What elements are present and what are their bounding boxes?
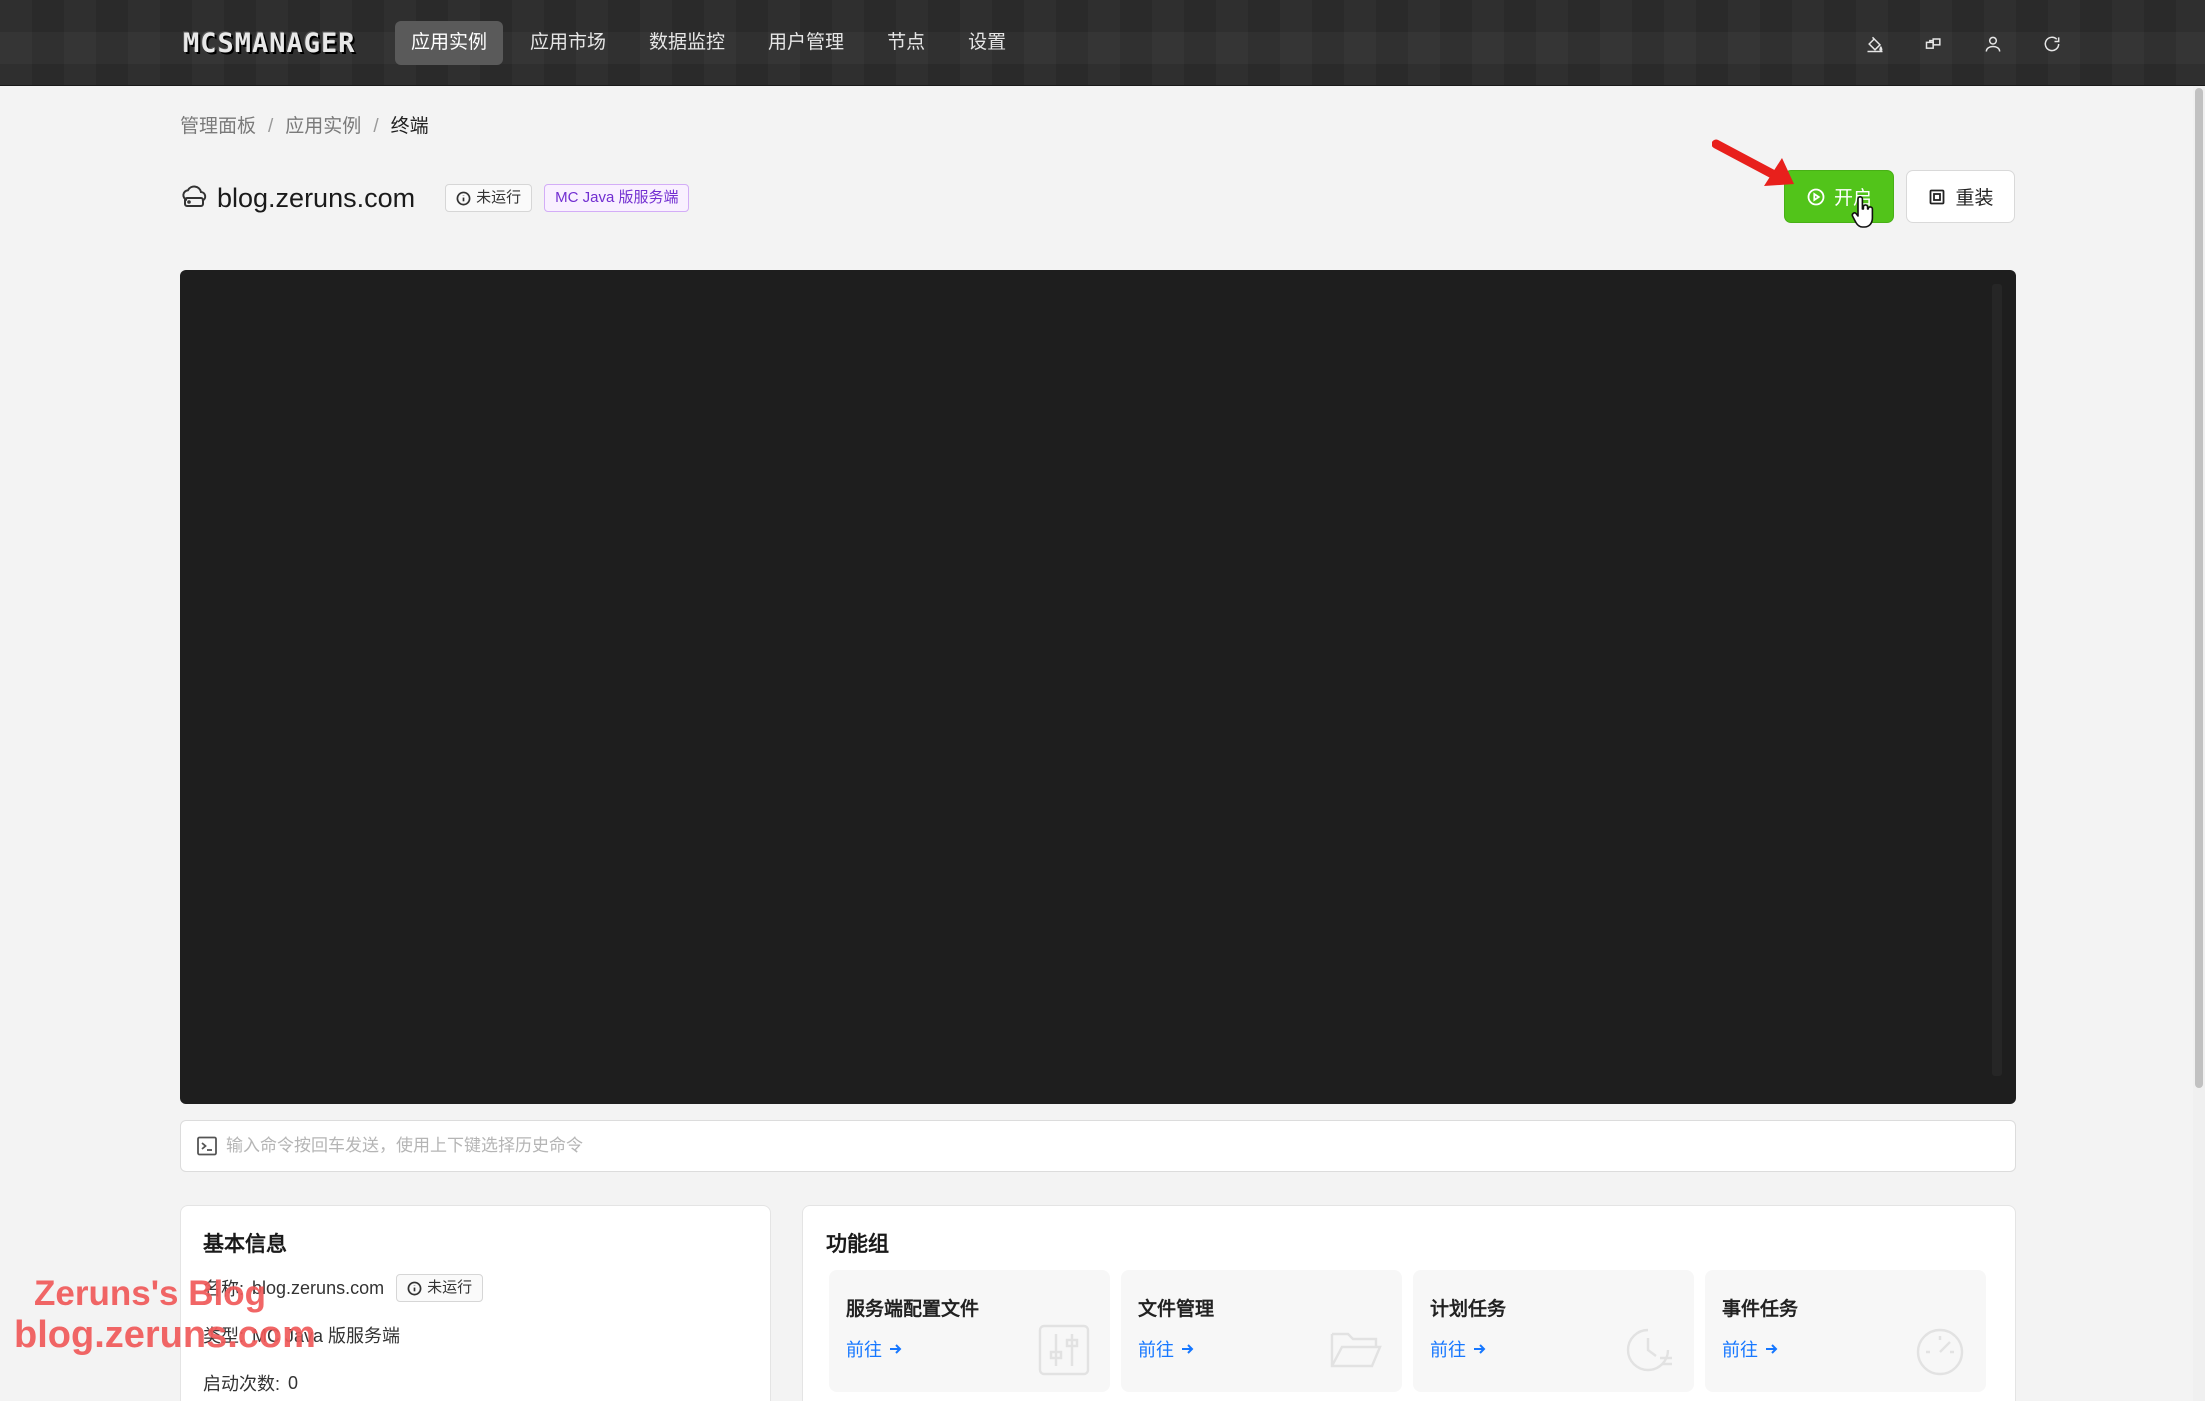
nav-item-settings[interactable]: 设置 <box>952 21 1022 65</box>
breadcrumb: 管理面板 / 应用实例 / 终端 <box>180 113 429 141</box>
info-starts-value: 0 <box>288 1372 299 1393</box>
tile-title: 文件管理 <box>1138 1299 1215 1320</box>
breadcrumb-separator: / <box>373 116 379 137</box>
tile-link-label: 前往 <box>1138 1340 1174 1360</box>
tile-go-link[interactable]: 前往 <box>1138 1336 1195 1362</box>
arrow-right-icon <box>1182 1344 1194 1354</box>
breadcrumb-separator: / <box>268 116 274 137</box>
tile-go-link[interactable]: 前往 <box>1430 1336 1487 1362</box>
annotation-arrow-icon <box>1712 139 1794 186</box>
reinstall-button[interactable]: 重装 <box>1906 170 2015 223</box>
folder-open-icon <box>1328 1322 1384 1378</box>
tile-title: 事件任务 <box>1722 1299 1799 1320</box>
nav-item-instances[interactable]: 应用实例 <box>395 21 504 65</box>
header-tools <box>1834 26 2070 62</box>
main-nav: 应用实例 应用市场 数据监控 用户管理 节点 设置 <box>395 21 1033 65</box>
watermark-blog-name: Zeruns's Blog <box>34 1274 266 1313</box>
arrow-right-icon <box>890 1344 902 1354</box>
tile-file-management[interactable]: 文件管理 前往 <box>1121 1270 1402 1392</box>
tile-title: 服务端配置文件 <box>846 1299 980 1320</box>
reinstall-button-label: 重装 <box>1955 188 1994 209</box>
clock-icon <box>1620 1322 1676 1378</box>
tile-event-tasks[interactable]: 事件任务 前往 <box>1705 1270 1986 1392</box>
arrow-right-icon <box>1474 1344 1486 1354</box>
tile-go-link[interactable]: 前往 <box>1722 1336 1779 1362</box>
nav-item-users[interactable]: 用户管理 <box>752 21 860 65</box>
command-input[interactable] <box>226 1126 2015 1166</box>
basic-info-card: 基本信息 名称: blog.zeruns.com 未运行 类型: MC Java… <box>180 1205 771 1401</box>
refresh-icon[interactable] <box>2034 26 2070 62</box>
terminal-console[interactable] <box>180 270 2016 1104</box>
instance-type-badge: MC Java 版服务端 <box>544 184 690 212</box>
status-badge: 未运行 <box>396 1274 484 1302</box>
info-starts-row: 启动次数: 0 <box>203 1370 298 1396</box>
tile-go-link[interactable]: 前往 <box>846 1336 903 1362</box>
tile-link-label: 前往 <box>1430 1340 1466 1360</box>
function-group-card: 功能组 服务端配置文件 前往 文件管理 前往 计划任务 前往 事件任务 前往 <box>802 1205 2016 1401</box>
nav-item-nodes[interactable]: 节点 <box>871 21 941 65</box>
play-circle-icon <box>1807 188 1825 205</box>
page-title: blog.zeruns.com <box>217 182 416 213</box>
function-group-title: 功能组 <box>826 1233 889 1256</box>
status-text: 未运行 <box>476 189 522 206</box>
basic-info-title: 基本信息 <box>203 1233 287 1256</box>
nav-item-monitoring[interactable]: 数据监控 <box>633 21 741 65</box>
breadcrumb-dashboard[interactable]: 管理面板 <box>180 113 256 141</box>
top-navigation-bar: MCSMANAGER 应用实例 应用市场 数据监控 用户管理 节点 设置 <box>0 0 2205 86</box>
layout-icon[interactable] <box>1916 26 1952 62</box>
sliders-icon <box>1036 1322 1092 1378</box>
instance-title-row: blog.zeruns.com 未运行 MC Java 版服务端 <box>180 178 690 218</box>
breadcrumb-instances[interactable]: 应用实例 <box>285 113 361 141</box>
status-text: 未运行 <box>427 1279 473 1296</box>
tile-scheduled-tasks[interactable]: 计划任务 前往 <box>1413 1270 1694 1392</box>
tile-link-label: 前往 <box>1722 1340 1758 1360</box>
terminal-scrollbar[interactable] <box>1992 284 2002 1076</box>
arrow-right-icon <box>1766 1344 1778 1354</box>
reinstall-icon <box>1930 189 1945 204</box>
command-bar <box>180 1120 2016 1172</box>
nav-item-market[interactable]: 应用市场 <box>514 21 622 65</box>
watermark-blog-url: blog.zeruns.com <box>14 1314 316 1356</box>
info-circle-icon <box>407 1281 422 1295</box>
dashboard-icon <box>1912 1322 1968 1378</box>
info-name-value: blog.zeruns.com <box>252 1277 385 1298</box>
tile-link-label: 前往 <box>846 1340 882 1360</box>
info-circle-icon <box>456 191 471 205</box>
page-scrollbar-thumb[interactable] <box>2195 88 2203 1088</box>
hand-cursor-icon <box>1851 196 1874 228</box>
terminal-prompt-icon <box>197 1136 217 1156</box>
info-starts-label: 启动次数: <box>203 1374 281 1394</box>
tile-server-config[interactable]: 服务端配置文件 前往 <box>829 1270 1110 1392</box>
app-logo[interactable]: MCSMANAGER <box>183 28 356 60</box>
user-icon[interactable] <box>1975 26 2011 62</box>
tile-title: 计划任务 <box>1430 1299 1507 1320</box>
status-badge: 未运行 <box>445 184 533 212</box>
cloud-server-icon <box>180 184 208 212</box>
paint-bucket-icon[interactable] <box>1857 26 1893 62</box>
breadcrumb-terminal: 终端 <box>390 116 429 137</box>
